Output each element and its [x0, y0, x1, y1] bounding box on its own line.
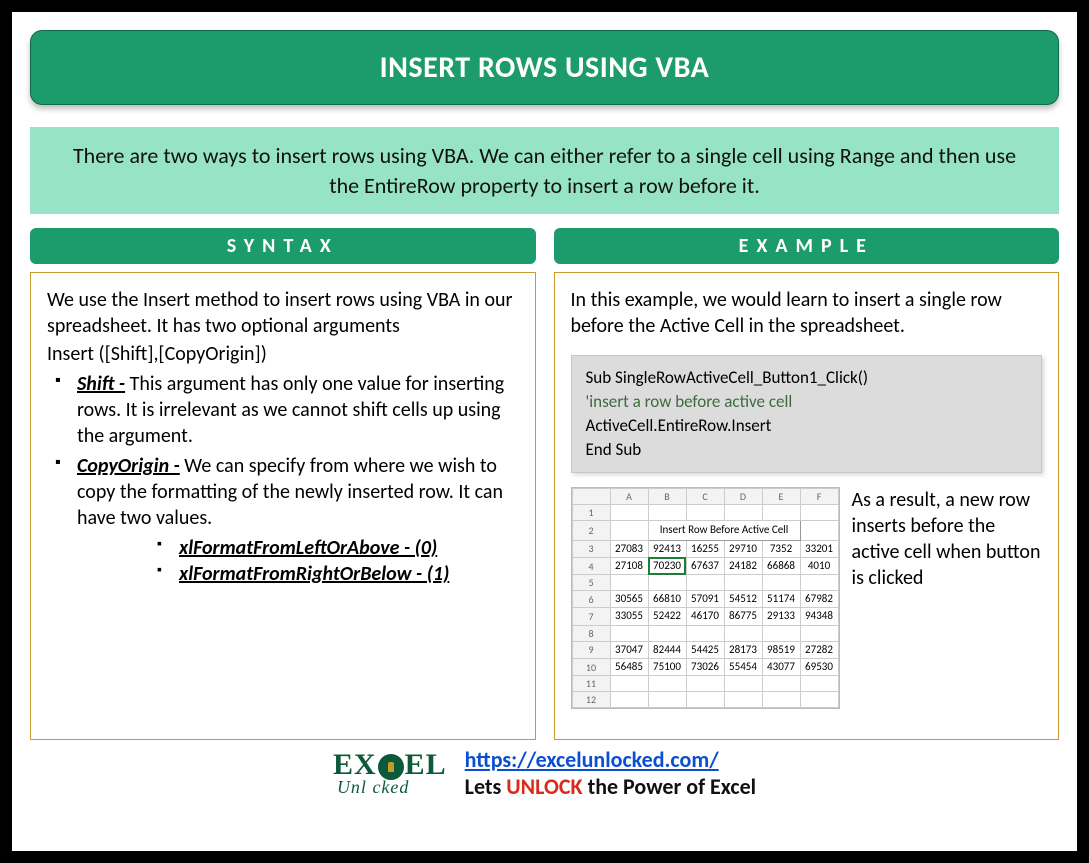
syntax-desc-1: We use the Insert method to insert rows …	[47, 287, 519, 339]
tag-unlock: UNLOCK	[506, 773, 582, 800]
arg-text-shift: This argument has only one value for ins…	[77, 372, 504, 448]
footer-link[interactable]: https://excelunlocked.com/	[465, 746, 719, 773]
logo: EX EL Unl cked	[333, 751, 447, 797]
logo-lock-icon	[378, 754, 404, 780]
syntax-desc-2: Insert ([Shift],[CopyOrigin])	[47, 341, 519, 367]
const-1: xlFormatFromRightOrBelow - (1)	[157, 561, 519, 587]
code-line-2: 'insert a row before active cell	[586, 390, 1028, 414]
syntax-args-list: Shift - This argument has only one value…	[47, 371, 519, 587]
intro-text: There are two ways to insert rows using …	[30, 127, 1059, 214]
example-heading: EXAMPLE	[554, 228, 1060, 264]
example-column: EXAMPLE In this example, we would learn …	[554, 228, 1060, 740]
logo-top-left: EX	[333, 751, 377, 780]
example-body: In this example, we would learn to inser…	[554, 272, 1060, 740]
syntax-arg-copyorigin: CopyOrigin - We can specify from where w…	[53, 453, 519, 587]
page-title: INSERT ROWS USING VBA	[30, 30, 1059, 105]
logo-top-right: EL	[405, 751, 447, 780]
tag-pre: Lets	[465, 773, 507, 800]
code-box: Sub SingleRowActiveCell_Button1_Click() …	[571, 355, 1043, 472]
syntax-arg-shift: Shift - This argument has only one value…	[53, 371, 519, 449]
mini-spreadsheet: ABCDEF12Insert Row Before Active Cell327…	[571, 487, 840, 710]
arg-name-shift: Shift -	[77, 372, 125, 396]
const-0: xlFormatFromLeftOrAbove - (0)	[157, 535, 519, 561]
footer-text: https://excelunlocked.com/ Lets UNLOCK t…	[465, 746, 756, 800]
const-0-label: xlFormatFromLeftOrAbove - (0)	[179, 536, 437, 560]
arg-name-copyorigin: CopyOrigin -	[77, 454, 180, 478]
footer: EX EL Unl cked https://excelunlocked.com…	[30, 746, 1059, 800]
code-line-1: Sub SingleRowActiveCell_Button1_Click()	[586, 366, 1028, 390]
logo-bottom: Unl cked	[333, 779, 447, 796]
consts-list: xlFormatFromLeftOrAbove - (0) xlFormatFr…	[77, 535, 519, 587]
example-desc: In this example, we would learn to inser…	[571, 287, 1043, 339]
const-1-label: xlFormatFromRightOrBelow - (1)	[179, 562, 449, 586]
columns: SYNTAX We use the Insert method to inser…	[30, 228, 1059, 740]
logo-top: EX EL	[333, 751, 447, 780]
code-line-3: ActiveCell.EntireRow.Insert	[586, 414, 1028, 438]
tag-post: the Power of Excel	[583, 773, 756, 800]
syntax-heading: SYNTAX	[30, 228, 536, 264]
syntax-body: We use the Insert method to insert rows …	[30, 272, 536, 740]
footer-tagline: Lets UNLOCK the Power of Excel	[465, 773, 756, 800]
result-text: As a result, a new row inserts before th…	[852, 487, 1043, 591]
sheet-table: ABCDEF12Insert Row Before Active Cell327…	[572, 488, 839, 709]
syntax-column: SYNTAX We use the Insert method to inser…	[30, 228, 536, 740]
page: INSERT ROWS USING VBA There are two ways…	[12, 12, 1077, 851]
code-line-4: End Sub	[586, 438, 1028, 462]
result-row: ABCDEF12Insert Row Before Active Cell327…	[571, 487, 1043, 710]
